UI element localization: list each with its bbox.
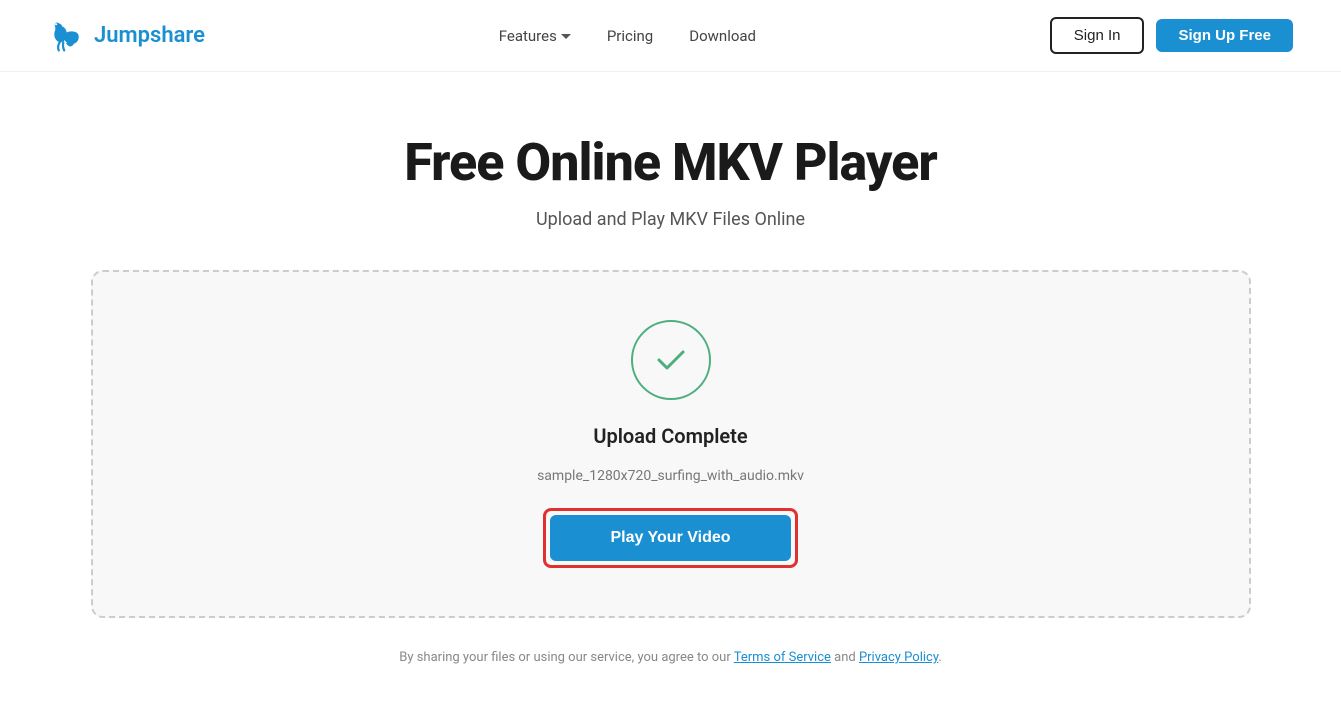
- checkmark-icon: [653, 342, 689, 378]
- nav-download[interactable]: Download: [689, 27, 756, 45]
- nav-pricing[interactable]: Pricing: [607, 27, 653, 45]
- page-subtitle: Upload and Play MKV Files Online: [536, 209, 805, 230]
- upload-drop-zone[interactable]: Upload Complete sample_1280x720_surfing_…: [91, 270, 1251, 618]
- kangaroo-icon: [48, 18, 84, 54]
- privacy-policy-link[interactable]: Privacy Policy: [859, 650, 938, 665]
- logo-text: Jumpshare: [94, 23, 205, 48]
- main-nav: Features Pricing Download: [499, 27, 756, 45]
- uploaded-filename: sample_1280x720_surfing_with_audio.mkv: [537, 468, 804, 484]
- play-button-highlight: Play Your Video: [543, 508, 797, 568]
- footer-legal-note: By sharing your files or using our servi…: [399, 650, 942, 665]
- page-title: Free Online MKV Player: [404, 132, 936, 193]
- nav-features[interactable]: Features: [499, 27, 571, 45]
- logo-link[interactable]: Jumpshare: [48, 18, 205, 54]
- signin-button[interactable]: Sign In: [1050, 17, 1145, 54]
- success-circle: [631, 320, 711, 400]
- auth-buttons: Sign In Sign Up Free: [1050, 17, 1293, 54]
- upload-status-text: Upload Complete: [593, 424, 747, 448]
- chevron-down-icon: [561, 34, 571, 39]
- terms-of-service-link[interactable]: Terms of Service: [734, 650, 831, 665]
- signup-button[interactable]: Sign Up Free: [1156, 19, 1293, 52]
- play-video-button[interactable]: Play Your Video: [550, 515, 790, 561]
- site-header: Jumpshare Features Pricing Download Sign…: [0, 0, 1341, 72]
- main-content: Free Online MKV Player Upload and Play M…: [0, 72, 1341, 705]
